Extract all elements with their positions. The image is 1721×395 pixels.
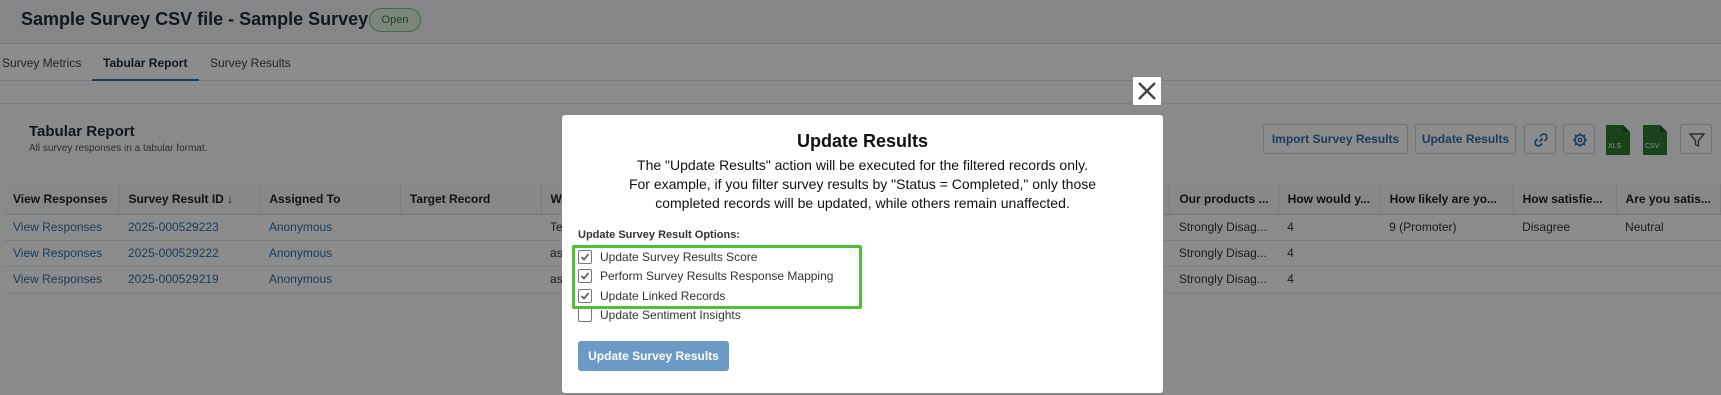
update-results-dialog: Update Results The "Update Results" acti… [562, 115, 1163, 393]
close-icon [1138, 82, 1156, 100]
option-label: Update Sentiment Insights [600, 308, 741, 322]
highlight-box [572, 245, 862, 309]
description-line: The "Update Results" action will be exec… [637, 157, 1088, 173]
dialog-description: The "Update Results" action will be exec… [582, 156, 1143, 213]
description-line: completed records will be updated, while… [655, 195, 1070, 211]
options-label: Update Survey Result Options: [578, 229, 740, 241]
dialog-title: Update Results [796, 131, 929, 151]
checkbox[interactable] [578, 308, 592, 322]
modal-close-button[interactable] [1132, 76, 1162, 106]
update-survey-results-button[interactable]: Update Survey Results [578, 341, 729, 371]
description-line: For example, if you filter survey result… [628, 176, 1097, 192]
